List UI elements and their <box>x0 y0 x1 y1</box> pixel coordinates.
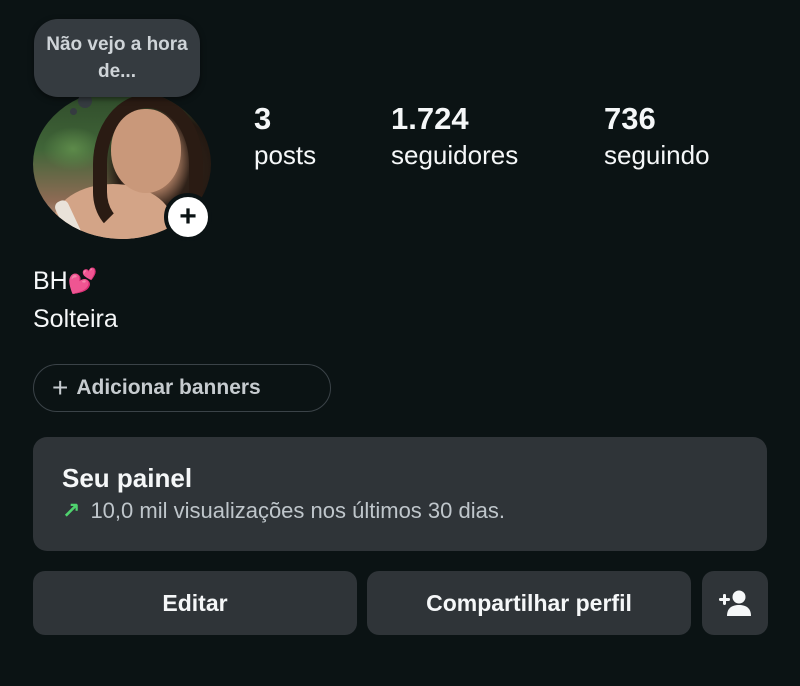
note-bubble[interactable]: Não vejo a hora de... <box>34 19 200 97</box>
plus-icon: + <box>179 200 197 233</box>
share-profile-label: Compartilhar perfil <box>426 589 632 616</box>
discover-people-button[interactable] <box>702 571 768 635</box>
trend-up-icon: ↗ <box>62 498 81 523</box>
dashboard-views-text: 10,0 mil visualizações nos últimos 30 di… <box>90 498 505 523</box>
person-add-icon <box>719 590 751 616</box>
stat-following-count: 736 <box>604 101 656 136</box>
stat-following-label: seguindo <box>604 140 710 170</box>
add-story-button[interactable]: + <box>164 193 212 241</box>
stat-posts-count: 3 <box>254 101 272 136</box>
note-text: Não vejo a hora de... <box>46 34 188 82</box>
plus-icon: + <box>52 372 69 403</box>
stat-followers-label: seguidores <box>391 140 519 170</box>
edit-profile-label: Editar <box>162 589 228 616</box>
profile-page: Não vejo a hora de... + 3 posts 1.724 se… <box>0 0 800 686</box>
profile-name-text: BH <box>33 267 68 295</box>
note-tail-small <box>70 108 77 115</box>
dashboard-title: Seu painel <box>62 463 193 493</box>
stat-posts-label: posts <box>254 140 317 170</box>
dashboard-subtitle: ↗ 10,0 mil visualizações nos últimos 30 … <box>62 495 738 527</box>
share-profile-button[interactable]: Compartilhar perfil <box>367 571 691 635</box>
profile-name: BH💕 <box>33 264 98 299</box>
stat-posts[interactable]: 3 posts <box>254 100 316 172</box>
add-banners-button[interactable]: + Adicionar banners <box>33 364 331 412</box>
add-banners-label: Adicionar banners <box>76 376 261 399</box>
profile-bio: Solteira <box>33 305 118 333</box>
stat-following[interactable]: 736 seguindo <box>604 100 710 172</box>
dashboard-card[interactable]: Seu painel ↗ 10,0 mil visualizações nos … <box>33 437 767 551</box>
stat-followers-count: 1.724 <box>391 101 469 136</box>
avatar-face <box>111 109 181 193</box>
stat-followers[interactable]: 1.724 seguidores <box>391 100 518 172</box>
heart-emoji-icon: 💕 <box>67 268 98 295</box>
edit-profile-button[interactable]: Editar <box>33 571 357 635</box>
